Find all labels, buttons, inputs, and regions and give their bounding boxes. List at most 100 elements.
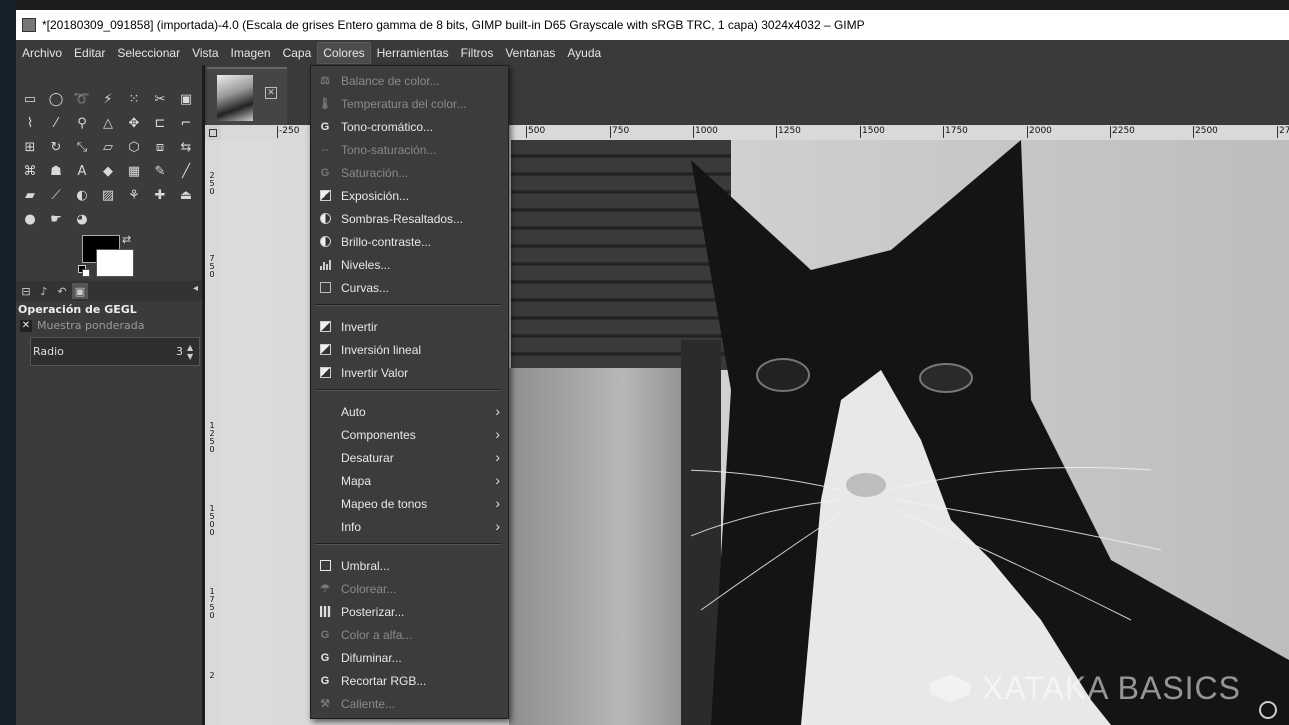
- menu-item-mapeo-de-tonos[interactable]: Mapeo de tonos ›: [311, 492, 508, 515]
- toolbox: ▭ ◯ ➰ ⚡ ⁙ ✂ ▣ ⌇ ⁄ ⚲ △ ✥ ⊏ ⌐ ⊞ ↻ ⤡ ▱ ⬡ ⧈ …: [16, 65, 202, 725]
- menu-filtros[interactable]: Filtros: [455, 42, 500, 64]
- quick-mask-toggle[interactable]: [205, 125, 222, 141]
- airbrush-icon[interactable]: ⟋: [43, 183, 69, 207]
- menu-item-niveles[interactable]: Niveles...: [311, 253, 508, 276]
- close-icon[interactable]: ✕: [265, 87, 277, 99]
- menu-item-colorear[interactable]: ☂ Colorear...: [311, 577, 508, 600]
- unified-transform-icon[interactable]: ⊞: [17, 135, 43, 159]
- bucket-fill-icon[interactable]: ◆: [95, 159, 121, 183]
- menu-item-temperatura[interactable]: 🌡 Temperatura del color...: [311, 92, 508, 115]
- background-color[interactable]: [96, 249, 134, 277]
- warp-icon[interactable]: ⌘: [17, 159, 43, 183]
- menu-herramientas[interactable]: Herramientas: [371, 42, 455, 64]
- align-icon[interactable]: ⊏: [147, 111, 173, 135]
- lasso-icon[interactable]: ➰: [69, 87, 95, 111]
- image-tab[interactable]: ✕: [207, 67, 287, 125]
- menu-item-balance-de-color[interactable]: ⚖ Balance de color...: [311, 69, 508, 92]
- menu-ventanas[interactable]: Ventanas: [499, 42, 561, 64]
- menu-item-umbral[interactable]: Umbral...: [311, 554, 508, 577]
- handle-transform-icon[interactable]: ☗: [43, 159, 69, 183]
- reset-colors-icon[interactable]: [78, 265, 90, 277]
- scissors-icon[interactable]: ✂: [147, 87, 173, 111]
- menu-item-invertir-valor[interactable]: Invertir Valor: [311, 361, 508, 384]
- menu-item-label: Info: [341, 519, 362, 534]
- menu-item-exposicion[interactable]: Exposición...: [311, 184, 508, 207]
- heal-icon[interactable]: ✚: [147, 183, 173, 207]
- menu-colores[interactable]: Colores: [317, 41, 371, 64]
- menu-item-componentes[interactable]: Componentes ›: [311, 423, 508, 446]
- gradient-icon[interactable]: ▦: [121, 159, 147, 183]
- zoom-icon[interactable]: ⚲: [69, 111, 95, 135]
- navigate-icon[interactable]: [1259, 701, 1277, 719]
- menu-item-invertir[interactable]: Invertir: [311, 315, 508, 338]
- ellipse-select-icon[interactable]: ◯: [43, 87, 69, 111]
- cage-icon[interactable]: ⬡: [121, 135, 147, 159]
- menu-editar[interactable]: Editar: [68, 42, 111, 64]
- vertical-ruler[interactable]: 250 750 1250 1500 1750 2: [205, 140, 222, 725]
- menu-item-tono-saturacion[interactable]: ⇔ Tono-saturación...: [311, 138, 508, 161]
- menu-item-recortar-rgb[interactable]: G Recortar RGB...: [311, 669, 508, 692]
- foreground-select-icon[interactable]: ▣: [173, 87, 199, 111]
- fuzzy-select-icon[interactable]: ⚡: [95, 87, 121, 111]
- menu-item-inversion-lineal[interactable]: Inversión lineal: [311, 338, 508, 361]
- paths-icon[interactable]: ⌇: [17, 111, 43, 135]
- menu-item-mapa[interactable]: Mapa ›: [311, 469, 508, 492]
- menu-item-label: Posterizar...: [341, 604, 405, 619]
- shear-icon[interactable]: ▱: [95, 135, 121, 159]
- measure-icon[interactable]: △: [95, 111, 121, 135]
- color-select-icon[interactable]: ⁙: [121, 87, 147, 111]
- radius-spinbox[interactable]: Radio 3 ▲ ▼: [30, 337, 200, 366]
- menu-item-curvas[interactable]: Curvas...: [311, 276, 508, 299]
- weighted-sample-option[interactable]: ✕ Muestra ponderada: [20, 319, 144, 332]
- crop-icon[interactable]: ⌐: [173, 111, 199, 135]
- colors-dropdown-menu: ⚖ Balance de color... 🌡 Temperatura del …: [310, 65, 509, 719]
- mypaint-brush-icon[interactable]: ▨: [95, 183, 121, 207]
- move-icon[interactable]: ✥: [121, 111, 147, 135]
- scale-icon[interactable]: ⤡: [69, 135, 95, 159]
- menu-imagen[interactable]: Imagen: [225, 42, 277, 64]
- menu-item-desaturar[interactable]: Desaturar ›: [311, 446, 508, 469]
- menu-seleccionar[interactable]: Seleccionar: [111, 42, 186, 64]
- checkbox-icon[interactable]: ✕: [20, 319, 32, 332]
- rect-select-icon[interactable]: ▭: [17, 87, 43, 111]
- ruler-tick: 27: [1277, 126, 1289, 138]
- menu-item-tono-cromatico[interactable]: G Tono-cromático...: [311, 115, 508, 138]
- undo-history-tab-icon[interactable]: ↶: [54, 283, 70, 299]
- paintbrush-icon[interactable]: ╱: [173, 159, 199, 183]
- curves-icon: [318, 281, 332, 295]
- blur-icon[interactable]: ●: [17, 207, 43, 231]
- color-picker-icon[interactable]: ⁄: [43, 111, 69, 135]
- dock-menu-icon[interactable]: ◂: [193, 283, 198, 294]
- menu-item-brillo-contraste[interactable]: Brillo-contraste...: [311, 230, 508, 253]
- dodge-burn-icon[interactable]: ◕: [69, 207, 95, 231]
- pencil-icon[interactable]: ✎: [147, 159, 173, 183]
- ink-icon[interactable]: ◐: [69, 183, 95, 207]
- text-icon[interactable]: A: [69, 159, 95, 183]
- clone-icon[interactable]: ⚘: [121, 183, 147, 207]
- menu-capa[interactable]: Capa: [277, 42, 318, 64]
- smudge-icon[interactable]: ☛: [43, 207, 69, 231]
- menu-archivo[interactable]: Archivo: [16, 42, 68, 64]
- swap-colors-icon[interactable]: ⇄: [122, 233, 131, 246]
- flip-icon[interactable]: ⇆: [173, 135, 199, 159]
- radius-value[interactable]: 3: [176, 345, 183, 358]
- menu-item-color-a-alfa[interactable]: G Color a alfa...: [311, 623, 508, 646]
- device-status-tab-icon[interactable]: ♪: [36, 283, 52, 299]
- menu-item-posterizar[interactable]: Posterizar...: [311, 600, 508, 623]
- rotate-icon[interactable]: ↻: [43, 135, 69, 159]
- menu-ayuda[interactable]: Ayuda: [561, 42, 607, 64]
- menu-item-caliente[interactable]: ⚒ Caliente...: [311, 692, 508, 715]
- menu-item-difuminar[interactable]: G Difuminar...: [311, 646, 508, 669]
- eraser-icon[interactable]: ▰: [17, 183, 43, 207]
- menu-item-saturacion[interactable]: G Saturación...: [311, 161, 508, 184]
- menu-vista[interactable]: Vista: [186, 42, 224, 64]
- perspective-icon[interactable]: ⧈: [147, 135, 173, 159]
- menu-item-auto[interactable]: Auto ›: [311, 400, 508, 423]
- menu-item-info[interactable]: Info ›: [311, 515, 508, 538]
- tool-options-tab-icon[interactable]: ⊟: [18, 283, 34, 299]
- spin-arrows-icon[interactable]: ▲ ▼: [187, 343, 197, 361]
- images-tab-icon[interactable]: ▣: [72, 283, 88, 299]
- xataka-logo-icon: [929, 674, 970, 703]
- menu-item-sombras-resaltados[interactable]: Sombras-Resaltados...: [311, 207, 508, 230]
- perspective-clone-icon[interactable]: ⏏: [173, 183, 199, 207]
